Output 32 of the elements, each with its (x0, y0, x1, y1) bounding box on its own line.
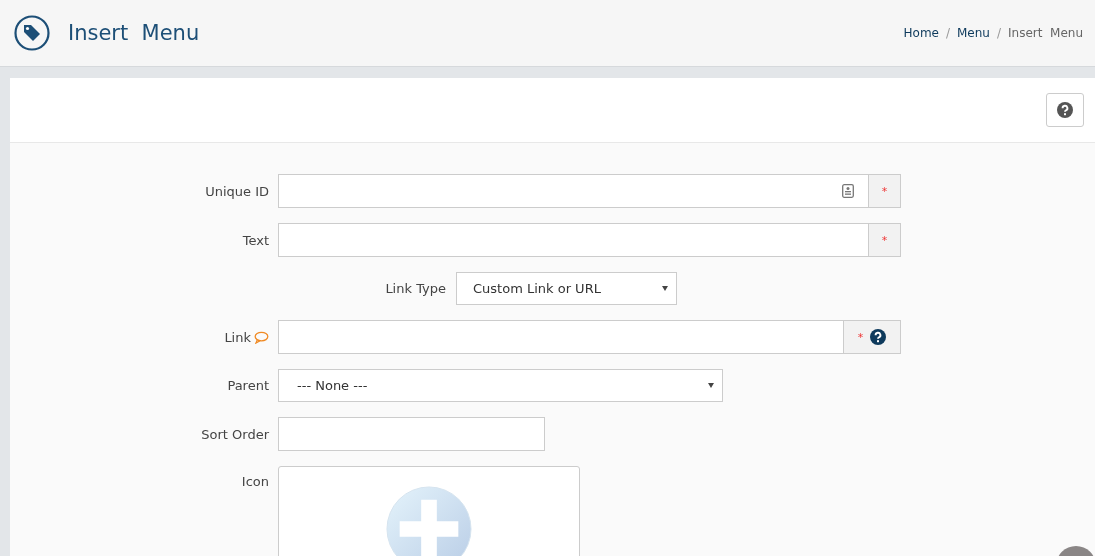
field-label: Icon (241, 474, 269, 489)
breadcrumb-link[interactable]: Menu (957, 26, 990, 40)
breadcrumb-separator: / (996, 26, 1001, 40)
page-title: Insert Menu (68, 21, 201, 45)
required-mark: * (881, 184, 888, 198)
parent-select[interactable]: --- None --- (278, 369, 723, 402)
breadcrumb-current: Insert Menu (1008, 26, 1083, 40)
help-icon[interactable] (870, 329, 887, 345)
field-label: Unique ID (205, 183, 269, 199)
caret-icon (708, 383, 714, 388)
field-label: Link (224, 329, 251, 345)
required-mark: * (857, 330, 864, 344)
speech-bubble-icon (254, 330, 269, 344)
field-label: Parent (227, 378, 269, 393)
breadcrumb-separator: / (945, 26, 950, 40)
help-button[interactable] (1046, 93, 1084, 127)
field-label: Text (242, 232, 269, 248)
text-field[interactable] (278, 320, 844, 354)
breadcrumb-link[interactable]: Home (903, 26, 939, 40)
text-field[interactable] (278, 223, 869, 257)
caret-icon (662, 286, 668, 291)
text-field[interactable] (278, 417, 545, 451)
required-mark: * (881, 233, 888, 247)
field-label: Sort Order (201, 426, 269, 442)
text-field[interactable] (278, 174, 869, 208)
tag-icon (14, 15, 50, 51)
id-card-icon (842, 184, 854, 198)
field-label: Link Type (385, 281, 446, 296)
add-image-icon (385, 485, 473, 556)
help-icon (1057, 102, 1073, 118)
link-type-select[interactable]: Custom Link or URL (456, 272, 677, 305)
image-upload-box[interactable] (278, 466, 580, 556)
